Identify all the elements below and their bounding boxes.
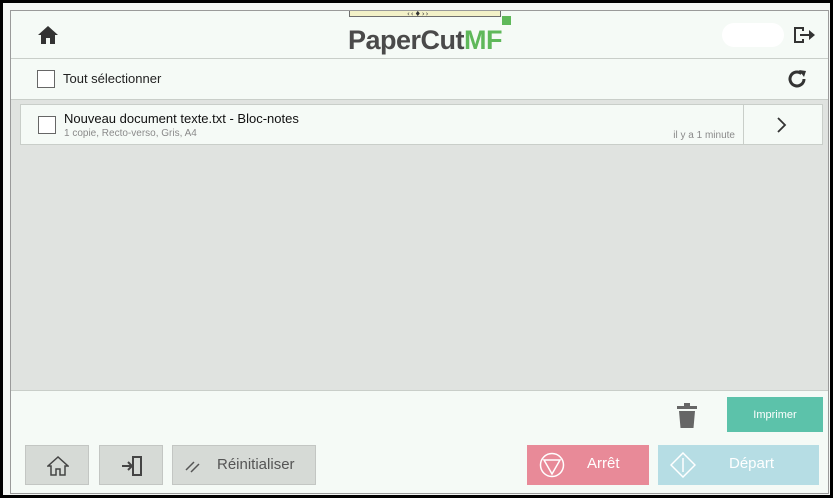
job-checkbox[interactable]: [38, 116, 56, 134]
start-button[interactable]: Départ: [658, 445, 819, 485]
reset-icon: [185, 461, 200, 473]
print-button[interactable]: Imprimer: [727, 397, 823, 432]
job-title: Nouveau document texte.txt - Bloc-notes: [64, 111, 299, 126]
logo-flag-icon: [502, 16, 511, 25]
job-row[interactable]: Nouveau document texte.txt - Bloc-notes …: [20, 104, 823, 145]
job-time: il y a 1 minute: [673, 130, 735, 141]
device-frame: ‹‹♦›› PaperCutMF Tout sélectionner Nouve…: [0, 0, 833, 498]
access-button[interactable]: [99, 445, 163, 485]
bottom-panel: Imprimer Réinitialiser Arrêt Départ: [11, 390, 828, 493]
row-divider: [743, 105, 744, 144]
papercut-logo: PaperCutMF: [348, 16, 511, 57]
screen: ‹‹♦›› PaperCutMF Tout sélectionner Nouve…: [10, 10, 829, 494]
refresh-icon[interactable]: [786, 68, 808, 90]
stop-label: Arrêt: [587, 455, 620, 472]
user-badge: [722, 23, 784, 47]
reset-label: Réinitialiser: [217, 456, 295, 473]
job-details: 1 copie, Recto-verso, Gris, A4: [64, 128, 197, 139]
logo-text-accent: MF: [464, 25, 503, 55]
select-all-checkbox[interactable]: [37, 70, 55, 88]
home-outline-icon: [47, 456, 69, 476]
home-icon[interactable]: [37, 25, 59, 45]
chevron-right-icon[interactable]: [775, 117, 787, 133]
handle-glyph: ‹‹♦››: [407, 10, 430, 18]
door-enter-icon: [122, 456, 142, 476]
stop-icon: [539, 452, 565, 478]
selection-bar: Tout sélectionner: [11, 59, 828, 100]
stop-button[interactable]: Arrêt: [527, 445, 649, 485]
pull-down-handle[interactable]: ‹‹♦››: [349, 10, 501, 18]
header-bar: ‹‹♦›› PaperCutMF: [11, 11, 828, 59]
select-all-label[interactable]: Tout sélectionner: [63, 71, 161, 86]
trash-icon[interactable]: [676, 403, 698, 429]
home-button[interactable]: [25, 445, 89, 485]
logout-icon[interactable]: [792, 25, 816, 45]
start-label: Départ: [729, 455, 775, 472]
logo-text-main: PaperCut: [348, 25, 465, 55]
start-icon: [670, 452, 696, 478]
reset-button[interactable]: Réinitialiser: [172, 445, 316, 485]
